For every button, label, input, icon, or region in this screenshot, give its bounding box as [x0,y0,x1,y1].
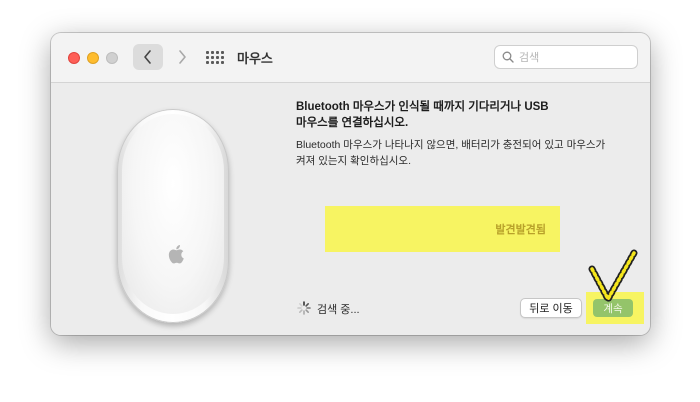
title-bar: 마우스 검색 [51,33,650,83]
content-area: Bluetooth 마우스가 인식될 때까지 기다리거나 USB 마우스를 연결… [51,83,650,335]
forward-nav-button[interactable] [167,44,197,70]
chevron-left-icon [144,50,151,64]
grid-icon[interactable] [205,48,225,66]
heading-line-2: 마우스를 연결하십시오. [296,117,409,129]
go-back-button[interactable]: 뒤로 이동 [520,298,582,318]
zoom-window-button[interactable] [106,52,118,64]
search-icon [502,51,514,63]
heading-line-1: Bluetooth 마우스가 인식될 때까지 기다리거나 USB [296,101,549,113]
found-label: 발견발견됨 [495,224,546,236]
window-title: 마우스 [237,51,273,66]
searching-status: 검색 중... [317,304,360,316]
apple-logo-icon [168,245,184,264]
instruction-description: Bluetooth 마우스가 나타나지 않으면, 배터리가 충전되어 있고 마우… [296,137,641,169]
minimize-window-button[interactable] [87,52,99,64]
search-placeholder: 검색 [519,52,540,64]
spinner-icon [297,301,311,315]
checkmark-annotation-icon [588,249,638,303]
desc-line-2: 켜져 있는지 확인하십시오. [296,155,412,167]
desc-line-1: Bluetooth 마우스가 나타나지 않으면, 배터리가 충전되어 있고 마우… [296,139,606,151]
back-nav-button[interactable] [133,44,163,70]
close-window-button[interactable] [68,52,80,64]
preferences-window: 마우스 검색 Bluetooth 마우스가 인식될 때까지 기다리거나 USB … [51,33,650,335]
found-highlight-box: 발견발견됨 [325,206,560,252]
chevron-right-icon [179,50,186,64]
instruction-heading: Bluetooth 마우스가 인식될 때까지 기다리거나 USB 마우스를 연결… [296,99,626,131]
search-field[interactable]: 검색 [494,45,638,69]
magic-mouse-image [117,109,229,323]
